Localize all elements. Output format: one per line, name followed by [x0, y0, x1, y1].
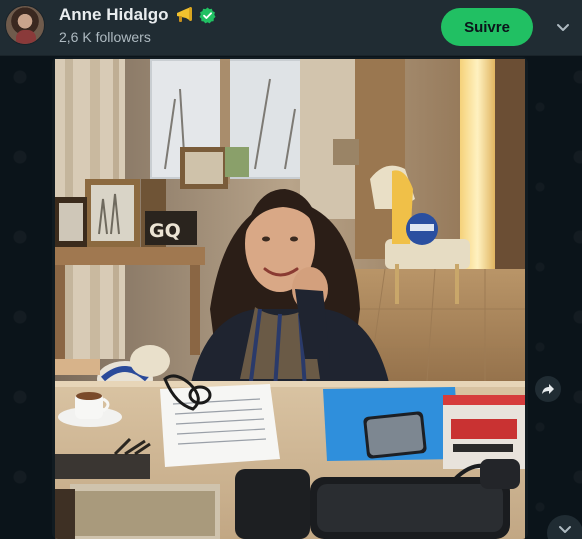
photo-message[interactable]: GQ — [52, 57, 528, 539]
followers-count: 2,6 K followers — [59, 29, 151, 45]
megaphone-icon — [175, 6, 195, 24]
chevron-down-icon[interactable] — [554, 18, 572, 36]
channel-name: Anne Hidalgo — [59, 5, 169, 24]
follow-button[interactable]: Suivre — [441, 8, 533, 46]
gq-sign: GQ — [149, 220, 181, 242]
channel-name-row[interactable]: Anne Hidalgo — [59, 5, 216, 25]
forward-icon — [542, 384, 554, 394]
channel-header: Anne Hidalgo 2,6 K followers Suivre — [0, 0, 582, 56]
scroll-down-button[interactable] — [547, 515, 582, 539]
avatar[interactable] — [5, 5, 45, 45]
chevron-down-icon — [559, 526, 571, 533]
forward-button[interactable] — [535, 376, 561, 402]
verified-icon — [199, 6, 216, 24]
office-photo: GQ — [55, 59, 525, 539]
